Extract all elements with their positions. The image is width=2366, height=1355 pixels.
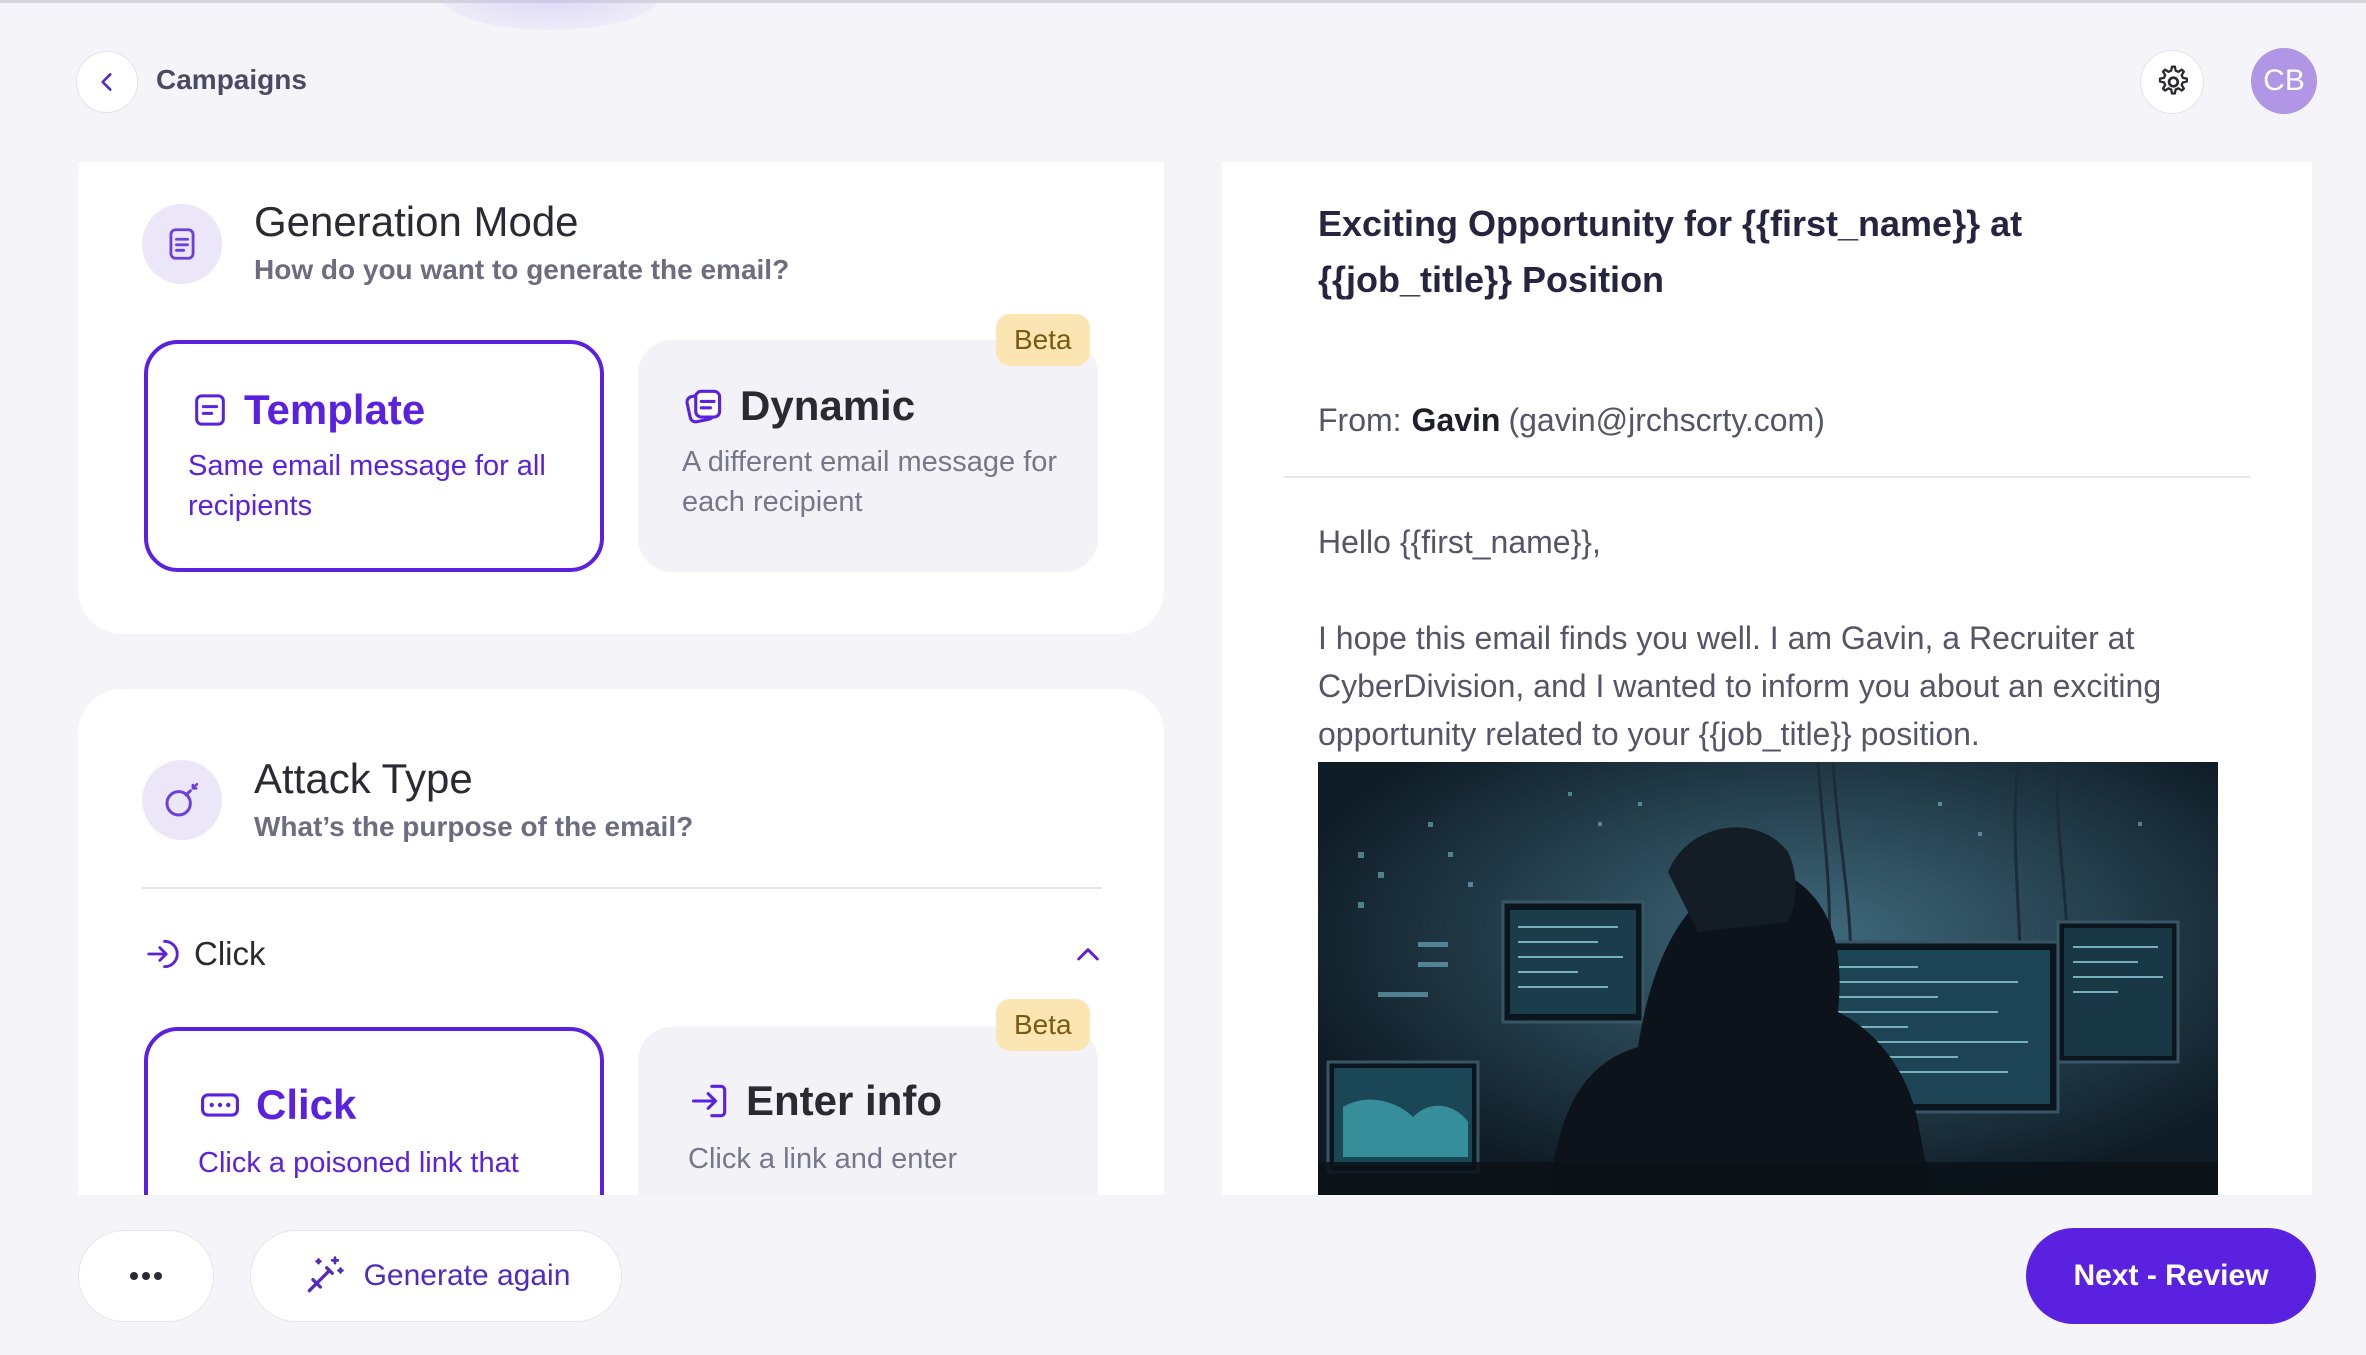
email-greeting: Hello {{first_name}}, (1318, 524, 1601, 560)
dynamic-icon (685, 389, 722, 424)
document-icon (142, 204, 222, 284)
more-icon (130, 1272, 162, 1280)
beta-badge: Beta (996, 999, 1090, 1051)
from-label: From: (1318, 402, 1402, 438)
click-option[interactable]: Click Click a poisoned link that (144, 1027, 604, 1195)
avatar[interactable]: CB (2251, 48, 2317, 114)
template-option[interactable]: Template Same email message for all reci… (144, 340, 604, 572)
login-icon (691, 1084, 727, 1118)
next-review-button[interactable]: Next - Review (2026, 1228, 2316, 1324)
attack-type-subtitle: What’s the purpose of the email? (254, 811, 694, 842)
click-option-title: Click (256, 1081, 357, 1128)
email-subject: Exciting Opportunity for {{first_name}} … (1318, 203, 2023, 300)
dynamic-option-description: A different email message for each recip… (682, 446, 1058, 518)
attack-type-title: Attack Type (254, 755, 473, 802)
template-option-description: Same email message for all recipients (188, 450, 546, 522)
email-hero-image (1318, 762, 2218, 1195)
preview-divider (1284, 476, 2250, 478)
attack-type-divider (142, 887, 1102, 889)
click-option-description: Click a poisoned link that (198, 1147, 519, 1179)
header-glow (440, 0, 660, 30)
chevron-left-icon (101, 73, 112, 91)
attack-type-card: Attack Type What’s the purpose of the em… (78, 689, 1164, 1195)
settings-button[interactable] (2140, 50, 2204, 114)
from-name: Gavin (1411, 402, 1501, 438)
generation-mode-subtitle: How do you want to generate the email? (254, 254, 790, 285)
next-review-label: Next - Review (2073, 1259, 2269, 1292)
email-body: I hope this email finds you well. I am G… (1318, 620, 2162, 752)
template-option-title: Template (244, 386, 426, 433)
beta-badge: Beta (996, 314, 1090, 366)
back-button[interactable] (76, 51, 138, 113)
from-email: (gavin@jrchscrty.com) (1508, 402, 1825, 438)
dynamic-option-title: Dynamic (740, 382, 916, 429)
more-options-button[interactable] (78, 1230, 214, 1322)
template-icon (195, 394, 225, 426)
email-preview: Exciting Opportunity for {{first_name}} … (1222, 162, 2312, 1195)
password-icon (201, 1093, 239, 1117)
enter-info-option-description: Click a link and enter (688, 1143, 958, 1175)
generate-again-label: Generate again (363, 1259, 571, 1292)
breadcrumb-campaigns[interactable]: Campaigns (156, 64, 307, 96)
chevron-up-icon[interactable] (1072, 939, 1104, 971)
attack-type-selector[interactable]: Click (144, 929, 1104, 979)
enter-info-option-title: Enter info (746, 1077, 942, 1124)
generation-mode-card: Generation Mode How do you want to gener… (78, 162, 1164, 634)
email-from: From: Gavin (gavin@jrchscrty.com) (1318, 402, 1825, 439)
enter-arrow-icon (147, 939, 179, 969)
bomb-icon (142, 760, 222, 840)
attack-type-current: Click (194, 935, 266, 972)
gear-icon (2158, 65, 2188, 95)
generation-mode-title: Generation Mode (254, 198, 579, 245)
enter-info-option[interactable]: Enter info Click a link and enter (638, 1027, 1098, 1195)
dynamic-option[interactable]: Dynamic A different email message for ea… (638, 340, 1098, 572)
magic-wand-icon (307, 1256, 344, 1293)
generate-again-button[interactable]: Generate again (250, 1230, 622, 1322)
top-border (0, 0, 2366, 3)
